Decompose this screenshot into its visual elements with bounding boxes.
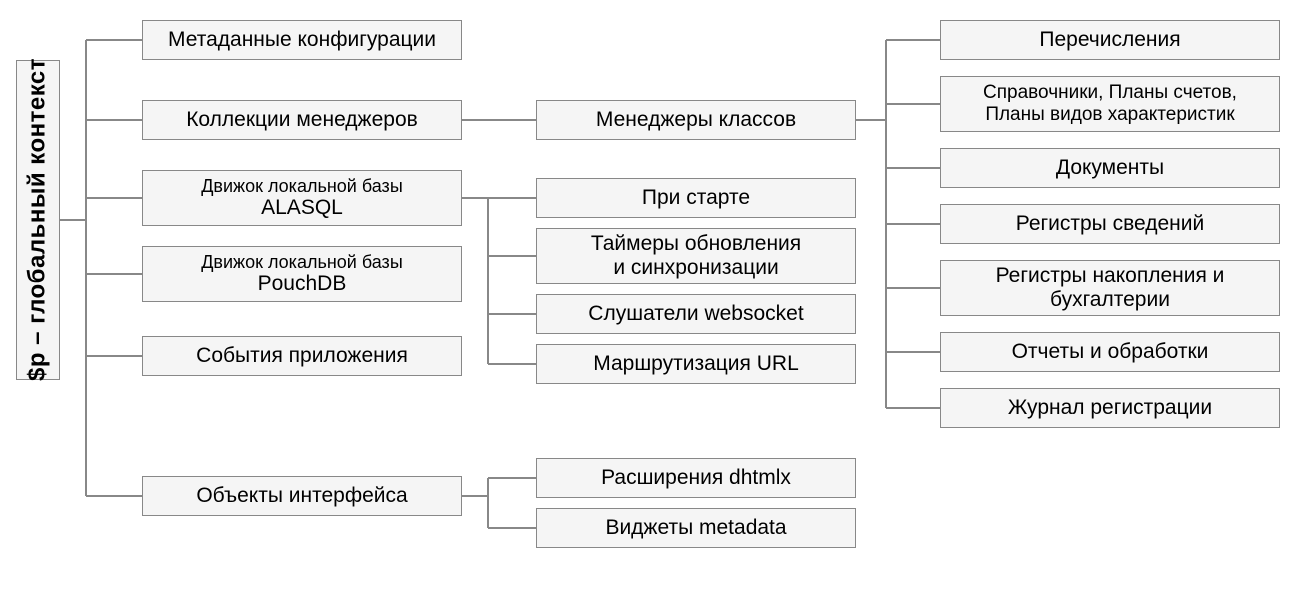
node-routing: Маршрутизация URL xyxy=(536,344,856,384)
node-catalogs: Справочники, Планы счетов, Планы видов х… xyxy=(940,76,1280,132)
node-log: Журнал регистрации xyxy=(940,388,1280,428)
node-onstart: При старте xyxy=(536,178,856,218)
node-enums: Перечисления xyxy=(940,20,1280,60)
alasql-line2: ALASQL xyxy=(201,196,403,220)
pouchdb-line1: Движок локальной базы xyxy=(201,252,403,273)
node-metadata: Метаданные конфигурации xyxy=(142,20,462,60)
catalogs-line1: Справочники, Планы счетов, xyxy=(983,82,1237,104)
node-reports: Отчеты и обработки xyxy=(940,332,1280,372)
node-documents: Документы xyxy=(940,148,1280,188)
node-timers: Таймеры обновления и синхронизации xyxy=(536,228,856,284)
accumregs-line1: Регистры накопления и xyxy=(996,264,1225,288)
timers-line1: Таймеры обновления xyxy=(591,232,801,256)
node-widgets: Виджеты metadata xyxy=(536,508,856,548)
timers-line2: и синхронизации xyxy=(591,256,801,280)
alasql-line1: Движок локальной базы xyxy=(201,176,403,197)
node-inforegs: Регистры сведений xyxy=(940,204,1280,244)
accumregs-line2: бухгалтерии xyxy=(996,288,1225,312)
node-accumregs: Регистры накопления и бухгалтерии xyxy=(940,260,1280,316)
node-collections: Коллекции менеджеров xyxy=(142,100,462,140)
node-alasql: Движок локальной базы ALASQL xyxy=(142,170,462,226)
node-websocket: Слушатели websocket xyxy=(536,294,856,334)
root-node: $p – глобальный контекст xyxy=(16,60,60,380)
node-pouchdb: Движок локальной базы PouchDB xyxy=(142,246,462,302)
node-dhtmlx: Расширения dhtmlx xyxy=(536,458,856,498)
pouchdb-line2: PouchDB xyxy=(201,272,403,296)
catalogs-line2: Планы видов характеристик xyxy=(983,104,1237,126)
node-ui: Объекты интерфейса xyxy=(142,476,462,516)
node-managers: Менеджеры классов xyxy=(536,100,856,140)
node-events: События приложения xyxy=(142,336,462,376)
